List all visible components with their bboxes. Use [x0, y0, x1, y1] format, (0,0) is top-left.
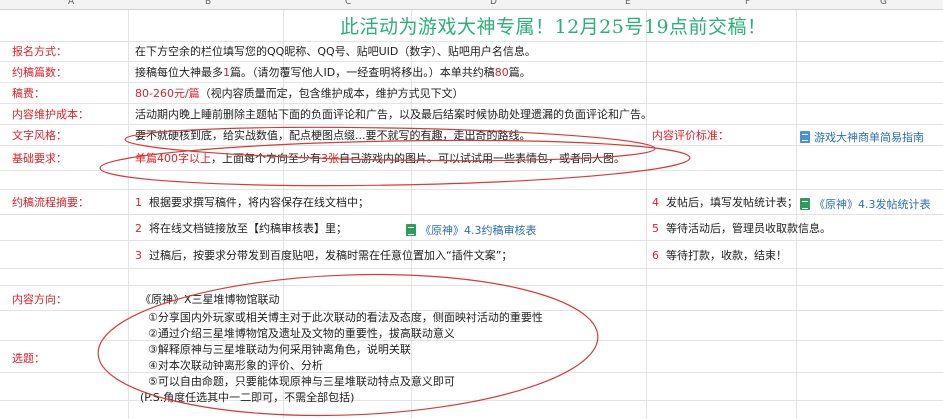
- quota-count: 1: [223, 66, 230, 79]
- fee-amount: 80-260元/篇: [135, 87, 200, 100]
- column-header-a[interactable]: A: [68, 0, 74, 7]
- signup-label: 报名方式：: [12, 45, 67, 58]
- step-number: 1: [135, 196, 142, 209]
- topic-note[interactable]: (P.S.角度任选其中一二即可，不需全部包括): [140, 391, 354, 405]
- step-text: 将在线文档链接放至【约稿审核表】里；: [149, 222, 347, 235]
- quota-value[interactable]: 接稿每位大神最多1篇。（请勿覆写他人ID，一经查明将移出。）本单共约稿80篇。: [135, 66, 531, 80]
- column-header-g[interactable]: G: [880, 0, 887, 7]
- column-header-f[interactable]: F: [745, 0, 750, 7]
- process-step-5[interactable]: 5 等待活动后，管理员收取款信息。: [652, 222, 831, 236]
- step-text: 过稿后，按要求分带发到百度贴吧，发稿时需在任意位置加入“插件文案”；: [149, 249, 513, 262]
- document-icon: [800, 131, 810, 143]
- step-number: 3: [135, 249, 142, 262]
- post-stats-link[interactable]: 《原神》4.3发帖统计表: [800, 198, 931, 212]
- quota-total: 80: [494, 66, 509, 79]
- step-text: 发帖后，填写发帖统计表；: [666, 196, 798, 209]
- topic-item[interactable]: ③解释原神与三星堆联动为何采用钟离角色，说明关联: [148, 343, 411, 357]
- process-step-4[interactable]: 4 发帖后，填写发帖统计表；: [652, 196, 798, 210]
- step-number: 5: [652, 222, 659, 235]
- process-step-1[interactable]: 1 根据要求撰写稿件，将内容保存在线文档中；: [135, 196, 369, 210]
- step-number: 2: [135, 222, 142, 235]
- topic-item[interactable]: ②通过介绍三星堆博物馆及遗址及文物的重要性，拔高联动意义: [148, 327, 455, 341]
- post-stats-link-text: 《原神》4.3发帖统计表: [814, 198, 931, 211]
- basic-mid: ，上面每个方向至少有: [211, 152, 321, 165]
- process-step-2[interactable]: 2 将在线文档链接放至【约稿审核表】里；: [135, 222, 347, 236]
- topic-item[interactable]: ①分享国内外玩家或相关博主对于此次联动的看法及态度，侧面映衬活动的重要性: [148, 311, 543, 325]
- quota-end: 篇。: [508, 66, 531, 79]
- process-label: 约稿流程摘要：: [12, 196, 89, 209]
- direction-topic[interactable]: 《原神》X三星堆博物馆联动: [140, 293, 280, 307]
- review-sheet-link[interactable]: 《原神》4.3约稿审核表: [406, 224, 537, 238]
- page-title: 此活动为游戏大神专属！12月25号19点前交稿！: [340, 16, 767, 38]
- maintenance-label: 内容维护成本：: [12, 108, 89, 121]
- quota-pre: 接稿每位大神最多: [135, 66, 223, 79]
- process-step-6[interactable]: 6 等待打款，收款，结束！: [652, 249, 787, 263]
- review-sheet-link-text: 《原神》4.3约稿审核表: [420, 224, 537, 237]
- style-label: 文字风格：: [12, 129, 67, 142]
- step-number: 6: [652, 249, 659, 262]
- step-text: 等待打款，收款，结束！: [666, 249, 787, 262]
- spreadsheet-icon: [800, 198, 810, 210]
- quota-label: 约稿篇数：: [12, 66, 67, 79]
- column-header-bar: A B C D E F G: [0, 0, 943, 10]
- basic-highlight: 单篇400字以上: [135, 152, 211, 165]
- process-step-3[interactable]: 3 过稿后，按要求分带发到百度贴吧，发稿时需在任意位置加入“插件文案”；: [135, 249, 512, 263]
- fee-note: （视内容质量而定，包含维护成本，维护方式见下文）: [199, 87, 464, 100]
- spreadsheet-icon: [406, 224, 416, 236]
- fee-label: 稿费：: [12, 87, 45, 100]
- eval-label: 内容评价标准：: [652, 129, 729, 142]
- style-value[interactable]: 要不就硬核到底，给实战数值，配点梗图点缀...要不就写的有趣，走出奇的路线。: [135, 129, 531, 143]
- eval-guide-link[interactable]: 游戏大神商单简易指南: [800, 131, 924, 145]
- signup-value[interactable]: 在下方空余的栏位填写您的QQ昵称、QQ号、贴吧UID（数字）、贴吧用户名信息。: [135, 45, 536, 59]
- basic-count: 3张: [321, 152, 339, 165]
- eval-guide-link-text: 游戏大神商单简易指南: [814, 131, 924, 144]
- direction-label: 内容方向：: [12, 293, 67, 306]
- column-header-c[interactable]: C: [345, 0, 351, 7]
- topics-label: 选题：: [12, 352, 45, 365]
- basic-label: 基础要求：: [12, 152, 67, 165]
- topic-item[interactable]: ④对本次联动钟离形象的评价、分析: [148, 359, 323, 373]
- step-text: 根据要求撰写稿件，将内容保存在线文档中；: [149, 196, 369, 209]
- basic-rest: 自己游戏内的图片。可以试试用一些表情包，或者同人图。: [339, 152, 625, 165]
- basic-value[interactable]: 单篇400字以上，上面每个方向至少有3张自己游戏内的图片。可以试试用一些表情包，…: [135, 152, 625, 166]
- column-header-d[interactable]: D: [490, 0, 497, 7]
- maintenance-value[interactable]: 活动期内晚上睡前删除主题帖下面的负面评论和广告，以及最后结案时候协助处理遗漏的负…: [135, 108, 652, 122]
- step-text: 等待活动后，管理员收取款信息。: [666, 222, 831, 235]
- step-number: 4: [652, 196, 659, 209]
- topic-item[interactable]: ⑤可以自由命题，只要能体现原神与三星堆联动特点及意义即可: [148, 375, 455, 389]
- column-header-b[interactable]: B: [205, 0, 211, 7]
- quota-post: 篇。（请勿覆写他人ID，一经查明将移出。）本单共约稿: [230, 66, 495, 79]
- fee-value[interactable]: 80-260元/篇（视内容质量而定，包含维护成本，维护方式见下文）: [135, 87, 464, 101]
- column-header-e[interactable]: E: [625, 0, 631, 7]
